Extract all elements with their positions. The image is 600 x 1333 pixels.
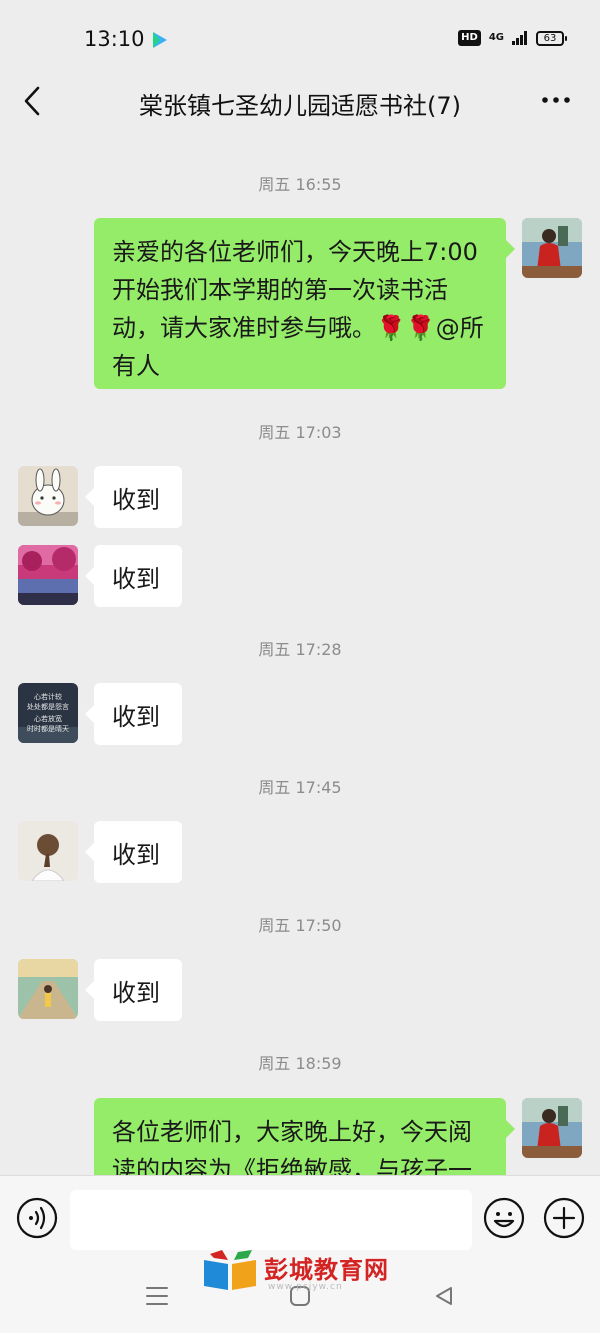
book-logo-icon xyxy=(204,1250,256,1290)
message-input[interactable] xyxy=(70,1190,472,1250)
message-bubble-incoming[interactable]: 收到 xyxy=(85,959,182,1021)
back-triangle-icon[interactable] xyxy=(432,1284,456,1308)
watermark-url: www.pcjyw.cn xyxy=(268,1282,343,1292)
avatar-caption: 处处都是怨言 xyxy=(27,702,69,711)
member-avatar[interactable] xyxy=(18,545,78,605)
avatar-caption: 心若计较 xyxy=(34,692,62,701)
timestamp: 周五 16:55 xyxy=(258,175,342,194)
emoji-icon[interactable] xyxy=(483,1197,525,1239)
self-avatar[interactable] xyxy=(522,1098,582,1158)
message-bubble-outgoing[interactable]: 亲爱的各位老师们，今天晚上7:00开始我们本学期的第一次读书活动，请大家准时参与… xyxy=(94,218,515,389)
avatar-caption: 心若放宽 xyxy=(34,714,62,723)
watermark-text: 彭城教育网 xyxy=(264,1256,389,1284)
message-list[interactable]: 周五 16:55 亲爱的各位老师们，今天晚上7:00开始我们本学期的第一次读书活… xyxy=(0,0,600,1175)
timestamp: 周五 17:45 xyxy=(258,778,342,797)
timestamp: 周五 18:59 xyxy=(258,1054,342,1073)
watermark: 彭城教育网 www.pcjyw.cn xyxy=(200,1246,430,1296)
member-avatar[interactable]: 心若计较 处处都是怨言 心若放宽 时时都是晴天 xyxy=(18,683,78,743)
self-avatar[interactable] xyxy=(522,218,582,278)
message-bubble-outgoing[interactable]: 各位老师们，大家晚上好，今天阅读的内容为《拒绝敏感，与孩子一 xyxy=(94,1098,515,1175)
plus-icon[interactable] xyxy=(543,1197,585,1239)
message-bubble-incoming[interactable]: 收到 xyxy=(85,545,182,607)
avatar-caption: 时时都是晴天 xyxy=(27,724,69,733)
timestamp: 周五 17:03 xyxy=(258,423,342,442)
message-bubble-incoming[interactable]: 收到 xyxy=(85,821,182,883)
menu-icon[interactable] xyxy=(145,1285,169,1307)
member-avatar[interactable] xyxy=(18,821,78,881)
message-bubble-incoming[interactable]: 收到 xyxy=(85,466,182,528)
timestamp: 周五 17:50 xyxy=(258,916,342,935)
member-avatar[interactable] xyxy=(18,466,78,526)
member-avatar[interactable] xyxy=(18,959,78,1019)
timestamp: 周五 17:28 xyxy=(258,640,342,659)
message-bubble-incoming[interactable]: 收到 xyxy=(85,683,182,745)
voice-icon[interactable] xyxy=(16,1197,58,1239)
